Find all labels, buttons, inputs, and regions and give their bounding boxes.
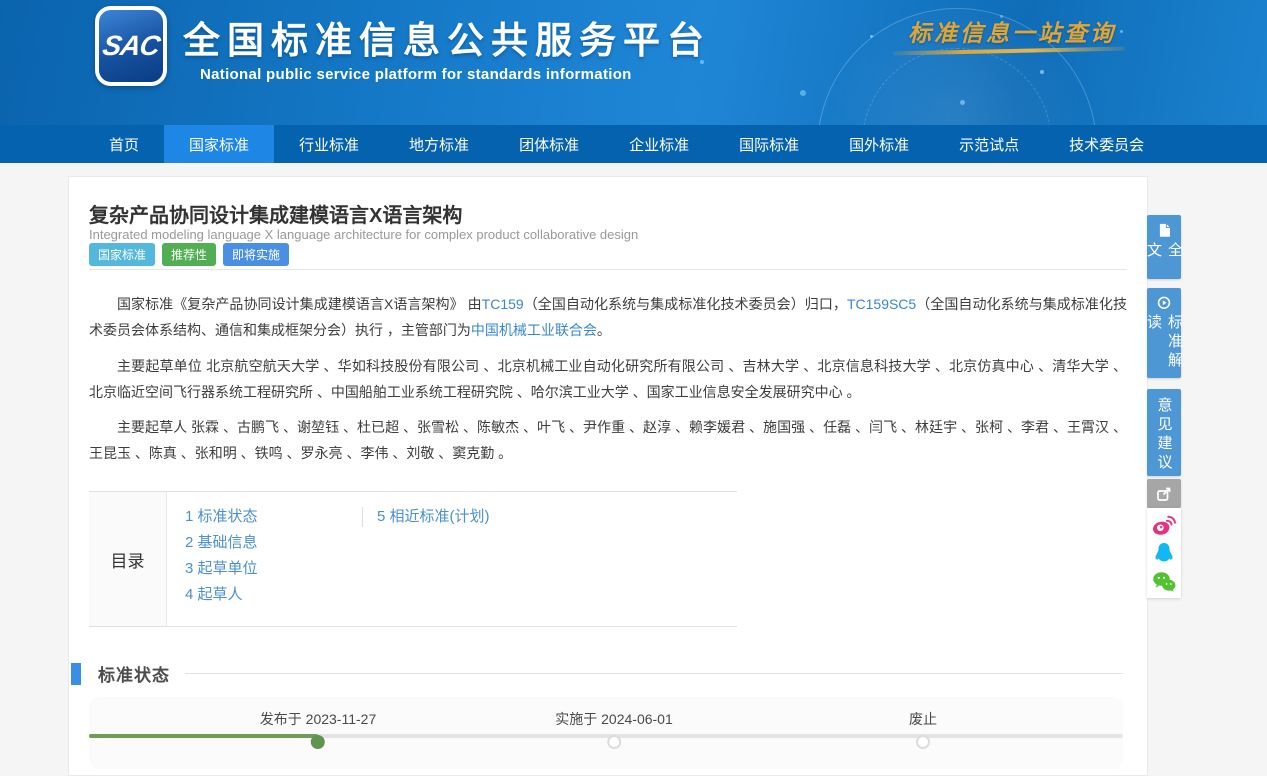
badge-national-standard: 国家标准 xyxy=(89,243,155,266)
standard-title-cn: 复杂产品协同设计集成建模语言X语言架构 xyxy=(89,199,462,228)
decor-dot xyxy=(1120,30,1123,33)
toc-column-2: 5 相近标准(计划) xyxy=(362,504,490,626)
nav-item-foreign-standards[interactable]: 国外标准 xyxy=(824,125,934,163)
decor-dot xyxy=(800,90,806,96)
toc-body: 1 标准状态 2 基础信息 3 起草单位 4 起草人 5 相近标准(计划) xyxy=(167,492,737,626)
nav-item-technical-committee[interactable]: 技术委员会 xyxy=(1044,125,1169,163)
toc-item-basic-info[interactable]: 2 基础信息 xyxy=(185,530,362,556)
p1-text: 。 xyxy=(597,322,611,338)
nav-item-local-standards[interactable]: 地方标准 xyxy=(384,125,494,163)
main-nav: 首页 国家标准 行业标准 地方标准 团体标准 企业标准 国际标准 国外标准 示范… xyxy=(0,125,1267,163)
timeline-label-published: 发布于 2023-11-27 xyxy=(260,709,376,729)
paragraph-drafting-units: 主要起草单位 北京航空航天大学 、华如科技股份有限公司 、北京机械工业自动化研究… xyxy=(89,353,1127,405)
badge-upcoming: 即将实施 xyxy=(223,243,289,266)
site-header: SAC 全国标准信息公共服务平台 National public service… xyxy=(0,0,1267,125)
play-circle-icon xyxy=(1156,296,1172,310)
badge-row: 国家标准 推荐性 即将实施 xyxy=(89,243,289,266)
link-tc159sc5[interactable]: TC159SC5 xyxy=(847,296,916,312)
timeline-stop-published: 发布于 2023-11-27 xyxy=(260,697,376,749)
nav-item-home[interactable]: 首页 xyxy=(84,125,164,163)
timeline-stop-implemented: 实施于 2024-06-01 xyxy=(555,697,673,749)
site-title: 全国标准信息公共服务平台 xyxy=(183,10,711,64)
timeline-label-implemented: 实施于 2024-06-01 xyxy=(555,709,673,729)
nav-item-pilot[interactable]: 示范试点 xyxy=(934,125,1044,163)
nav-item-national-standards[interactable]: 国家标准 xyxy=(164,125,274,163)
nav-item-enterprise-standards[interactable]: 企业标准 xyxy=(604,125,714,163)
qq-icon[interactable] xyxy=(1152,541,1176,565)
weibo-icon[interactable] xyxy=(1152,513,1176,537)
toc-item-similar-standards[interactable]: 5 相近标准(计划) xyxy=(362,507,490,527)
nav-item-international-standards[interactable]: 国际标准 xyxy=(714,125,824,163)
fulltext-button[interactable]: 全文 xyxy=(1147,215,1181,279)
paragraph-drafters: 主要起草人 张霖 、古鹏飞 、谢堃钰 、杜已超 、张雪松 、陈敏杰 、叶飞 、尹… xyxy=(89,414,1127,466)
badge-recommended: 推荐性 xyxy=(162,243,216,266)
paragraph-governing-bodies: 国家标准《复杂产品协同设计集成建模语言X语言架构》 由TC159（全国自动化系统… xyxy=(89,291,1127,343)
timeline-dot-published xyxy=(311,735,325,749)
timeline-dot-abolished xyxy=(916,735,930,749)
site-subtitle-en: National public service platform for sta… xyxy=(200,66,632,83)
social-share-panel xyxy=(1147,508,1181,598)
fulltext-label: 全文 xyxy=(1143,242,1185,279)
standard-detail-card: 复杂产品协同设计集成建模语言X语言架构 Integrated modeling … xyxy=(68,176,1148,776)
toc-label: 目录 xyxy=(89,492,167,626)
feedback-label: 意见建议 xyxy=(1154,397,1175,473)
section-accent-bar xyxy=(71,663,81,685)
sac-logo[interactable]: SAC xyxy=(95,6,167,86)
link-cmif[interactable]: 中国机械工业联合会 xyxy=(471,322,597,338)
timeline-label-abolished: 废止 xyxy=(909,709,937,729)
nav-item-group-standards[interactable]: 团体标准 xyxy=(494,125,604,163)
share-button[interactable] xyxy=(1147,479,1181,508)
p1-text: 国家标准《复杂产品协同设计集成建模语言X语言架构》 由 xyxy=(117,296,482,312)
toc-item-drafters[interactable]: 4 起草人 xyxy=(185,582,362,608)
document-icon xyxy=(1157,223,1172,238)
p1-text: （全国自动化系统与集成标准化技术委员会）归口， xyxy=(524,296,847,312)
toc-column-1: 1 标准状态 2 基础信息 3 起草单位 4 起草人 xyxy=(185,504,362,626)
interpretation-button[interactable]: 标准解读 xyxy=(1147,288,1181,378)
feedback-button[interactable]: 意见建议 xyxy=(1147,389,1181,476)
toc-item-standard-status[interactable]: 1 标准状态 xyxy=(185,504,362,530)
site-slogan: 标准信息一站查询 xyxy=(908,14,1116,48)
nav-item-industry-standards[interactable]: 行业标准 xyxy=(274,125,384,163)
decor-dot xyxy=(960,100,965,105)
interpretation-label: 标准解读 xyxy=(1143,314,1185,378)
decor-dot xyxy=(1040,70,1044,74)
sac-logo-text: SAC xyxy=(100,30,162,62)
status-section-title: 标准状态 xyxy=(98,661,170,686)
status-timeline: 发布于 2023-11-27 实施于 2024-06-01 废止 xyxy=(89,697,1123,769)
link-tc159[interactable]: TC159 xyxy=(482,296,524,312)
table-of-contents: 目录 1 标准状态 2 基础信息 3 起草单位 4 起草人 5 相近标准(计划) xyxy=(89,491,737,627)
share-icon xyxy=(1156,486,1172,502)
decor-dot xyxy=(870,35,873,38)
wechat-icon[interactable] xyxy=(1152,570,1176,594)
timeline-dot-implemented xyxy=(607,735,621,749)
toc-item-drafting-units[interactable]: 3 起草单位 xyxy=(185,556,362,582)
header-divider xyxy=(89,269,1127,270)
standard-title-en: Integrated modeling language X language … xyxy=(89,227,638,242)
timeline-stop-abolished: 废止 xyxy=(909,697,937,749)
status-section-header: 标准状态 xyxy=(71,661,1127,686)
section-rule xyxy=(185,673,1123,674)
